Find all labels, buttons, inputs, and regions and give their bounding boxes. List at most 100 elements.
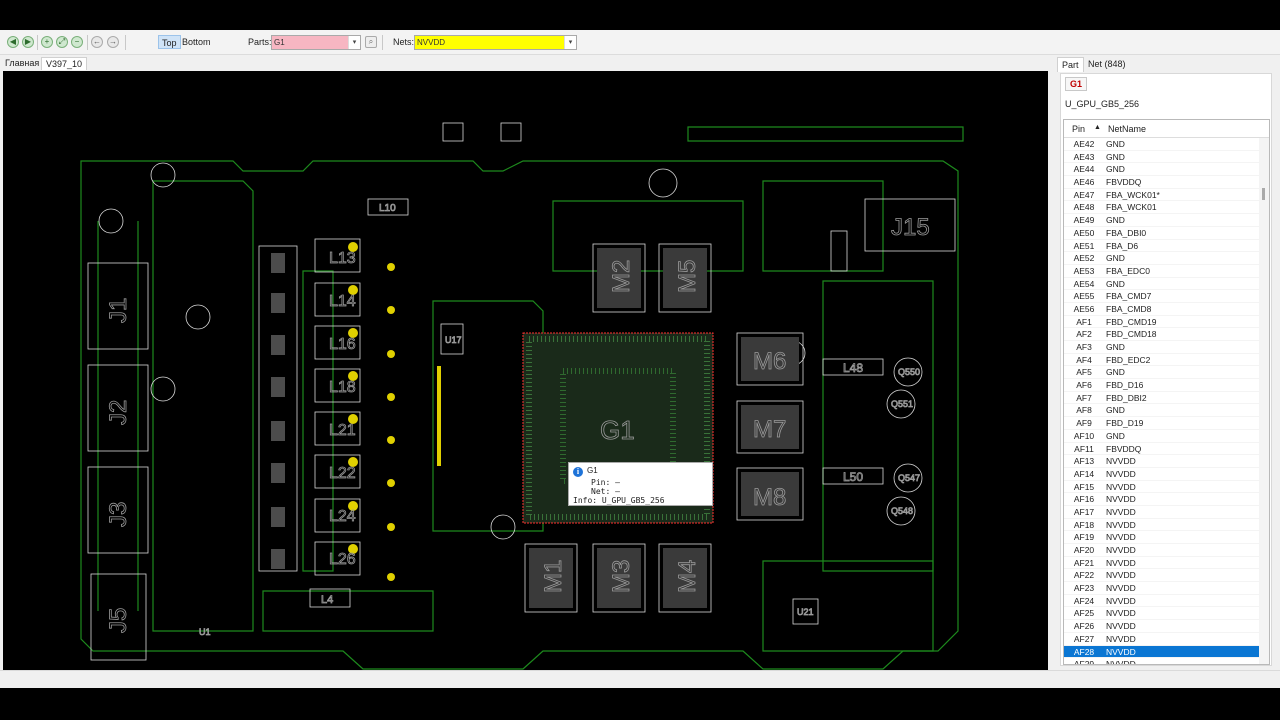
tab-board-file[interactable]: V397_10 (41, 57, 88, 70)
table-row[interactable]: AF28 NVVDD (1064, 645, 1260, 659)
zoom-out-icon[interactable]: − (71, 36, 83, 48)
table-row[interactable]: AF8 GND (1064, 404, 1260, 418)
table-row[interactable]: AE55 FBA_CMD7 (1064, 290, 1260, 303)
netname-cell: NVVDD (1106, 633, 1136, 644)
table-row[interactable]: AE52 GND (1064, 252, 1260, 265)
part-name-button[interactable]: G1 (1065, 77, 1088, 91)
table-row[interactable]: AF20 NVVDD (1064, 544, 1260, 557)
table-row[interactable]: AE47 FBA_WCK01* (1064, 189, 1260, 202)
label-q548: Q548 (891, 506, 913, 516)
pin-cell: AF15 (1073, 481, 1095, 492)
popup-title: G1 (587, 466, 598, 475)
table-row[interactable]: AF13 NVVDD (1064, 455, 1260, 468)
table-row[interactable]: AE53 FBA_EDC0 (1064, 265, 1260, 278)
table-row[interactable]: AF16 NVVDD (1064, 493, 1260, 506)
part-labels: J1 J2 J3 J5 J15 L13 L14 L16 L18 L21 L22 … (105, 203, 931, 638)
pin-cell: AF8 (1076, 405, 1092, 416)
table-row[interactable]: AE46 FBVDDQ (1064, 176, 1260, 189)
table-row[interactable]: AF26 NVVDD (1064, 620, 1260, 633)
table-row[interactable]: AF1 FBD_CMD19 (1064, 316, 1260, 329)
table-row[interactable]: AF22 NVVDD (1064, 569, 1260, 583)
board-canvas[interactable]: J1 J2 J3 J5 J15 L13 L14 L16 L18 L21 L22 … (3, 71, 1048, 697)
parts-combo-value: G1 (274, 38, 285, 47)
table-row[interactable]: AE43 GND (1064, 151, 1260, 164)
table-row[interactable]: AF15 NVVDD (1064, 481, 1260, 494)
table-row[interactable]: AF23 NVVDD (1064, 582, 1260, 595)
table-row[interactable]: AF2 FBD_CMD18 (1064, 328, 1260, 341)
sort-asc-icon[interactable]: ▲ (1094, 124, 1101, 131)
netname-cell: NVVDD (1106, 583, 1136, 594)
column-netname[interactable]: NetName (1108, 124, 1146, 134)
table-row[interactable]: AF6 FBD_D16 (1064, 379, 1260, 392)
table-row[interactable]: AF3 GND (1064, 341, 1260, 354)
table-row[interactable]: AE48 FBA_WCK01 (1064, 201, 1260, 215)
forward-icon[interactable]: ▶ (22, 36, 34, 48)
pin-cell: AF29 (1073, 659, 1095, 665)
tab-main[interactable]: Главная (1, 57, 43, 69)
back-icon[interactable]: ◀ (7, 36, 19, 48)
vertical-scrollbar[interactable] (1259, 138, 1269, 664)
netname-cell: GND (1106, 139, 1125, 149)
pin-cell: AE46 (1073, 177, 1095, 188)
tab-net[interactable]: Net (848) (1084, 57, 1130, 71)
netname-cell: NVVDD (1106, 532, 1136, 543)
scroll-thumb[interactable] (1262, 188, 1265, 200)
netname-cell: NVVDD (1106, 456, 1136, 467)
table-row[interactable]: AF14 NVVDD (1064, 468, 1260, 481)
parts-combo[interactable]: G1 ▾ (271, 35, 361, 50)
pin-cell: AF27 (1073, 633, 1095, 644)
netname-cell: FBA_WCK01 (1106, 202, 1157, 213)
table-row[interactable]: AF4 FBD_EDC2 (1064, 354, 1260, 367)
table-row[interactable]: AF7 FBD_DBI2 (1064, 392, 1260, 405)
table-row[interactable]: AF24 NVVDD (1064, 595, 1260, 608)
label-l13: L13 (329, 250, 356, 267)
column-pin[interactable]: Pin (1072, 124, 1085, 134)
tab-part[interactable]: Part (1057, 57, 1084, 72)
netname-cell: FBVDDQ (1106, 177, 1142, 188)
pin-cell: AF23 (1073, 583, 1095, 594)
table-row[interactable]: AE54 GND (1064, 278, 1260, 291)
popup-pin: Pin: – (591, 478, 620, 487)
table-row[interactable]: AF11 FBVDDQ (1064, 443, 1260, 456)
netname-cell: NVVDD (1106, 506, 1136, 517)
table-row[interactable]: AF21 NVVDD (1064, 557, 1260, 570)
pin-cell: AF10 (1073, 430, 1095, 441)
table-row[interactable]: AE42 GND (1064, 138, 1260, 151)
view-bottom-button[interactable]: Bottom (179, 35, 214, 49)
table-row[interactable]: AF9 FBD_D19 (1064, 417, 1260, 430)
search-part-icon[interactable]: ⌕ (365, 36, 377, 48)
view-top-button[interactable]: Top (158, 35, 181, 49)
label-l14: L14 (329, 293, 356, 310)
table-row[interactable]: AF19 NVVDD (1064, 531, 1260, 544)
pcb-layout[interactable]: J1 J2 J3 J5 J15 L13 L14 L16 L18 L21 L22 … (3, 71, 1048, 697)
fit-icon[interactable]: ⤢ (56, 36, 68, 48)
table-row[interactable]: AF25 NVVDD (1064, 607, 1260, 621)
table-row[interactable]: AF29 NVVDD (1064, 658, 1260, 665)
part-info-popup: i G1 Pin: – Net: – Info: U_GPU_GB5_256 (568, 462, 713, 506)
chevron-down-icon[interactable]: ▾ (564, 36, 576, 49)
table-row[interactable]: AE50 FBA_DBI0 (1064, 227, 1260, 240)
table-row[interactable]: AF18 NVVDD (1064, 519, 1260, 532)
table-row[interactable]: AE51 FBA_D6 (1064, 240, 1260, 253)
arrow-left-icon[interactable]: ← (91, 36, 103, 48)
label-u21: U21 (797, 607, 814, 617)
table-row[interactable]: AF27 NVVDD (1064, 633, 1260, 646)
label-l48: L48 (843, 361, 863, 375)
chevron-down-icon[interactable]: ▾ (348, 36, 360, 49)
pin-cell: AF14 (1073, 468, 1095, 479)
table-row[interactable]: AF10 GND (1064, 430, 1260, 443)
zoom-in-icon[interactable]: + (41, 36, 53, 48)
table-row[interactable]: AF5 GND (1064, 366, 1260, 380)
table-row[interactable]: AE44 GND (1064, 163, 1260, 177)
table-row[interactable]: AE56 FBA_CMD8 (1064, 303, 1260, 316)
table-row[interactable]: AF17 NVVDD (1064, 506, 1260, 519)
label-l4: L4 (321, 594, 333, 606)
pin-cell: AE44 (1073, 164, 1095, 175)
nets-combo-value: NVVDD (417, 38, 446, 47)
table-row[interactable]: AE49 GND (1064, 214, 1260, 227)
arrow-right-icon[interactable]: → (107, 36, 119, 48)
pin-table[interactable]: Pin ▲ NetName AE42 GND AE43 GND AE44 GND AE46 F… (1063, 119, 1270, 665)
nets-combo[interactable]: NVVDD ▾ (414, 35, 577, 50)
toolbar-separator (382, 35, 383, 50)
pin-cell: AE43 (1073, 151, 1095, 162)
